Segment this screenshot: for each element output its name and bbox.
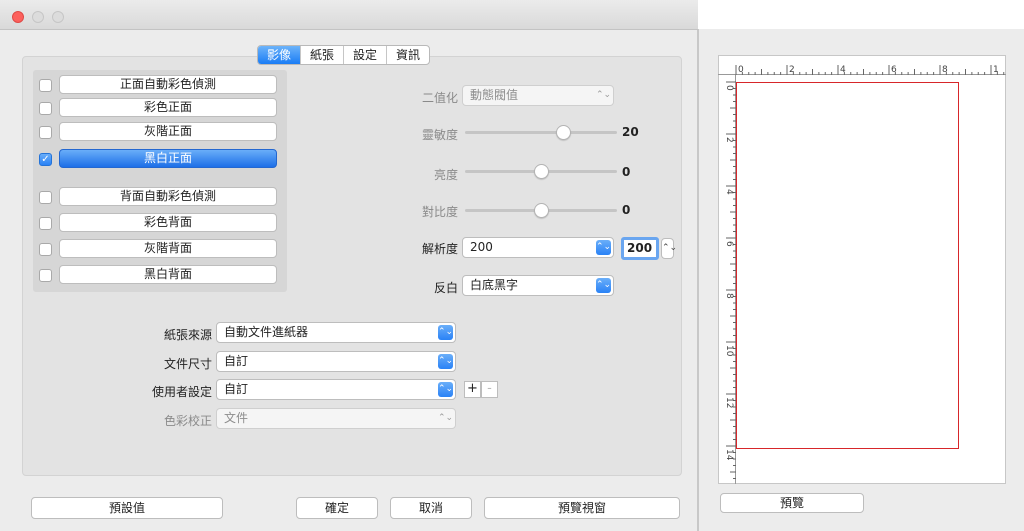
scan-mode-list: 正面自動彩色偵測 彩色正面 灰階正面 ✓ 黑白正面 背面自動彩色偵測 彩色背面 … bbox=[33, 70, 287, 292]
sensitivity-label: 靈敏度 bbox=[421, 128, 458, 142]
binarization-select[interactable]: 動態閥值 ⌃⌄ bbox=[462, 85, 614, 106]
mode-front-bw[interactable]: 黑白正面 bbox=[59, 149, 277, 168]
mode-row: ✓ 黑白正面 bbox=[33, 148, 287, 170]
brightness-slider-knob[interactable] bbox=[533, 164, 549, 179]
ruler-label: 12 bbox=[724, 397, 734, 408]
mode-checkbox[interactable] bbox=[39, 243, 52, 256]
resolution-stepper[interactable]: ⌃⌄ bbox=[661, 238, 677, 259]
contrast-slider-knob[interactable] bbox=[533, 203, 549, 218]
resolution-field[interactable]: 200 bbox=[621, 237, 659, 260]
cancel-button[interactable]: 取消 bbox=[390, 497, 472, 519]
user-settings-label: 使用者設定 bbox=[151, 385, 212, 399]
mode-checkbox[interactable] bbox=[39, 191, 52, 204]
chevron-updown-icon: ⌃⌄ bbox=[596, 240, 611, 255]
mode-checkbox[interactable] bbox=[39, 126, 52, 139]
mode-checkbox[interactable] bbox=[39, 79, 52, 92]
mode-back-bw[interactable]: 黑白背面 bbox=[59, 265, 277, 284]
mode-front-auto-color[interactable]: 正面自動彩色偵測 bbox=[59, 75, 277, 94]
mode-checkbox-checked[interactable]: ✓ bbox=[39, 153, 52, 166]
zoom-window-button[interactable] bbox=[52, 11, 64, 23]
ok-button[interactable]: 確定 bbox=[296, 497, 378, 519]
sensitivity-slider-track[interactable] bbox=[465, 131, 617, 134]
minimize-window-button[interactable] bbox=[32, 11, 44, 23]
mode-back-auto-color[interactable]: 背面自動彩色偵測 bbox=[59, 187, 277, 206]
mode-back-gray[interactable]: 灰階背面 bbox=[59, 239, 277, 258]
mode-row: 灰階背面 bbox=[33, 238, 287, 260]
tab-settings[interactable]: 設定 bbox=[344, 46, 388, 64]
ruler-label: 4 bbox=[840, 65, 846, 75]
resolution-select[interactable]: 200 ⌃⌄ bbox=[462, 237, 614, 258]
tab-info[interactable]: 資訊 bbox=[387, 46, 429, 64]
document-size-select[interactable]: 自訂 ⌃⌄ bbox=[216, 351, 456, 372]
ruler-label: 4 bbox=[724, 189, 734, 195]
brightness-value: 0 bbox=[622, 165, 631, 179]
chevron-updown-icon: ⌃⌄ bbox=[438, 413, 454, 423]
mode-checkbox[interactable] bbox=[39, 217, 52, 230]
mode-row: 彩色正面 bbox=[33, 97, 287, 119]
resolution-label: 解析度 bbox=[421, 242, 458, 256]
ruler-label: 2 bbox=[724, 137, 734, 143]
binarization-value: 動態閥值 bbox=[470, 88, 519, 102]
paper-source-value: 自動文件進紙器 bbox=[224, 325, 309, 339]
mode-checkbox[interactable] bbox=[39, 102, 52, 115]
paper-source-select[interactable]: 自動文件進紙器 ⌃⌄ bbox=[216, 322, 456, 343]
ruler-label: 6 bbox=[724, 241, 734, 247]
ruler-label: 10 bbox=[724, 345, 734, 357]
chevron-updown-icon: ⌃⌄ bbox=[596, 278, 611, 293]
horizontal-ruler: 0 2 4 6 8 1 bbox=[718, 65, 1006, 75]
remove-user-setting-button[interactable]: - bbox=[481, 381, 498, 398]
user-settings-value: 自訂 bbox=[224, 382, 249, 396]
defaults-button[interactable]: 預設值 bbox=[31, 497, 223, 519]
color-matching-label: 色彩校正 bbox=[163, 414, 212, 428]
tab-paper[interactable]: 紙張 bbox=[301, 46, 345, 64]
add-user-setting-button[interactable]: + bbox=[464, 381, 481, 398]
paper-source-label: 紙張來源 bbox=[163, 328, 212, 342]
user-settings-select[interactable]: 自訂 ⌃⌄ bbox=[216, 379, 456, 400]
document-size-label: 文件尺寸 bbox=[163, 357, 212, 371]
ruler-label: 8 bbox=[724, 293, 734, 299]
ruler-label: 0 bbox=[738, 65, 744, 75]
invert-select[interactable]: 白底黑字 ⌃⌄ bbox=[462, 275, 614, 296]
contrast-value: 0 bbox=[622, 203, 631, 217]
document-size-value: 自訂 bbox=[224, 354, 249, 368]
sensitivity-value: 20 bbox=[622, 125, 639, 139]
mode-back-color[interactable]: 彩色背面 bbox=[59, 213, 277, 232]
binarization-label: 二值化 bbox=[421, 91, 458, 105]
chevron-updown-icon: ⌃⌄ bbox=[438, 382, 453, 397]
mode-row: 灰階正面 bbox=[33, 121, 287, 143]
close-window-button[interactable] bbox=[12, 11, 24, 23]
resolution-value: 200 bbox=[470, 240, 493, 254]
invert-value: 白底黑字 bbox=[470, 278, 519, 292]
mode-row: 正面自動彩色偵測 bbox=[33, 74, 287, 96]
ruler-label: 2 bbox=[789, 65, 795, 75]
tab-bar: 影像 紙張 設定 資訊 bbox=[257, 45, 431, 65]
preview-window-button[interactable]: 預覽視窗 bbox=[484, 497, 680, 519]
ruler-label: 8 bbox=[942, 65, 948, 75]
tab-image[interactable]: 影像 bbox=[258, 46, 302, 64]
scan-area-outline[interactable] bbox=[736, 82, 959, 449]
mode-row: 黑白背面 bbox=[33, 264, 287, 286]
vertical-ruler: 0 2 4 6 8 10 12 14 bbox=[724, 75, 736, 484]
ruler-label: 14 bbox=[724, 449, 734, 461]
mode-front-gray[interactable]: 灰階正面 bbox=[59, 122, 277, 141]
preview-button[interactable]: 預覽 bbox=[720, 493, 864, 513]
invert-label: 反白 bbox=[433, 281, 458, 295]
ruler-label: 1 bbox=[993, 65, 999, 75]
mode-row: 背面自動彩色偵測 bbox=[33, 186, 287, 208]
contrast-label: 對比度 bbox=[421, 205, 458, 219]
color-matching-select[interactable]: 文件 ⌃⌄ bbox=[216, 408, 456, 429]
brightness-label: 亮度 bbox=[433, 168, 458, 182]
ruler-label: 0 bbox=[724, 85, 734, 91]
mode-checkbox[interactable] bbox=[39, 269, 52, 282]
ruler-label: 6 bbox=[891, 65, 897, 75]
color-matching-value: 文件 bbox=[224, 411, 249, 425]
title-bar bbox=[0, 0, 698, 30]
chevron-updown-icon: ⌃⌄ bbox=[438, 354, 453, 369]
mode-row: 彩色背面 bbox=[33, 212, 287, 234]
chevron-updown-icon: ⌃⌄ bbox=[596, 90, 612, 100]
mode-front-color[interactable]: 彩色正面 bbox=[59, 98, 277, 117]
chevron-updown-icon: ⌃⌄ bbox=[438, 325, 453, 340]
